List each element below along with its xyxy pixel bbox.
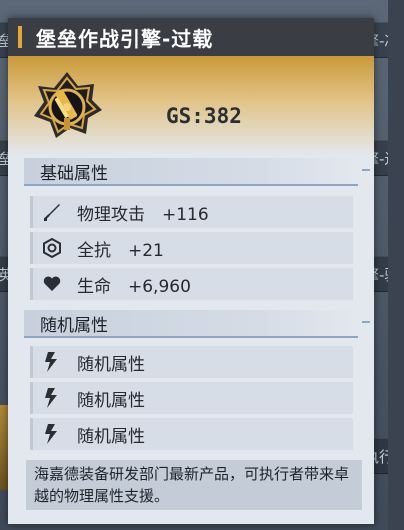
lightning-icon xyxy=(41,423,63,445)
base-attributes-header: 基础属性 xyxy=(24,158,370,186)
stat-row-all-resist: 全抗 +21 xyxy=(30,232,353,264)
stat-row-physical-attack: 物理攻击 +116 xyxy=(30,196,353,228)
random-stat-row: 随机属性 xyxy=(30,346,353,378)
stat-text: 全抗 +21 xyxy=(77,240,164,261)
gear-score: GS:382 xyxy=(166,104,242,128)
title-accent-bar xyxy=(18,26,22,48)
stat-text: 随机属性 xyxy=(77,354,145,375)
section-divider xyxy=(362,169,370,171)
stat-text: 物理攻击 +116 xyxy=(77,204,209,225)
random-stat-row: 随机属性 xyxy=(30,382,353,414)
random-stat-row: 随机属性 xyxy=(30,418,353,450)
section-divider xyxy=(362,321,370,323)
lightning-icon xyxy=(41,351,63,373)
stat-text: 随机属性 xyxy=(77,426,145,447)
random-attributes-label: 随机属性 xyxy=(40,316,108,336)
stat-text: 随机属性 xyxy=(77,390,145,411)
heart-icon xyxy=(41,273,63,295)
stat-row-hp: 生命 +6,960 xyxy=(30,268,353,300)
tooltip-title-bar: 堡垒作战引擎-过载 xyxy=(8,18,374,56)
random-attributes-header: 随机属性 xyxy=(24,310,370,338)
item-description-box: 海嘉德装备研发部门最新产品，可执行者带来卓越的物理属性支援。 xyxy=(26,460,362,510)
stat-text: 生命 +6,960 xyxy=(77,276,191,297)
hexagon-shield-icon xyxy=(41,237,63,259)
base-attributes-label: 基础属性 xyxy=(40,164,108,184)
lightning-icon xyxy=(41,387,63,409)
background-frame xyxy=(388,0,404,530)
item-description: 海嘉德装备研发部门最新产品，可执行者带来卓越的物理属性支援。 xyxy=(34,465,350,505)
item-emblem-icon xyxy=(34,72,102,138)
sword-icon xyxy=(41,201,63,223)
item-title: 堡垒作战引擎-过载 xyxy=(36,26,214,51)
